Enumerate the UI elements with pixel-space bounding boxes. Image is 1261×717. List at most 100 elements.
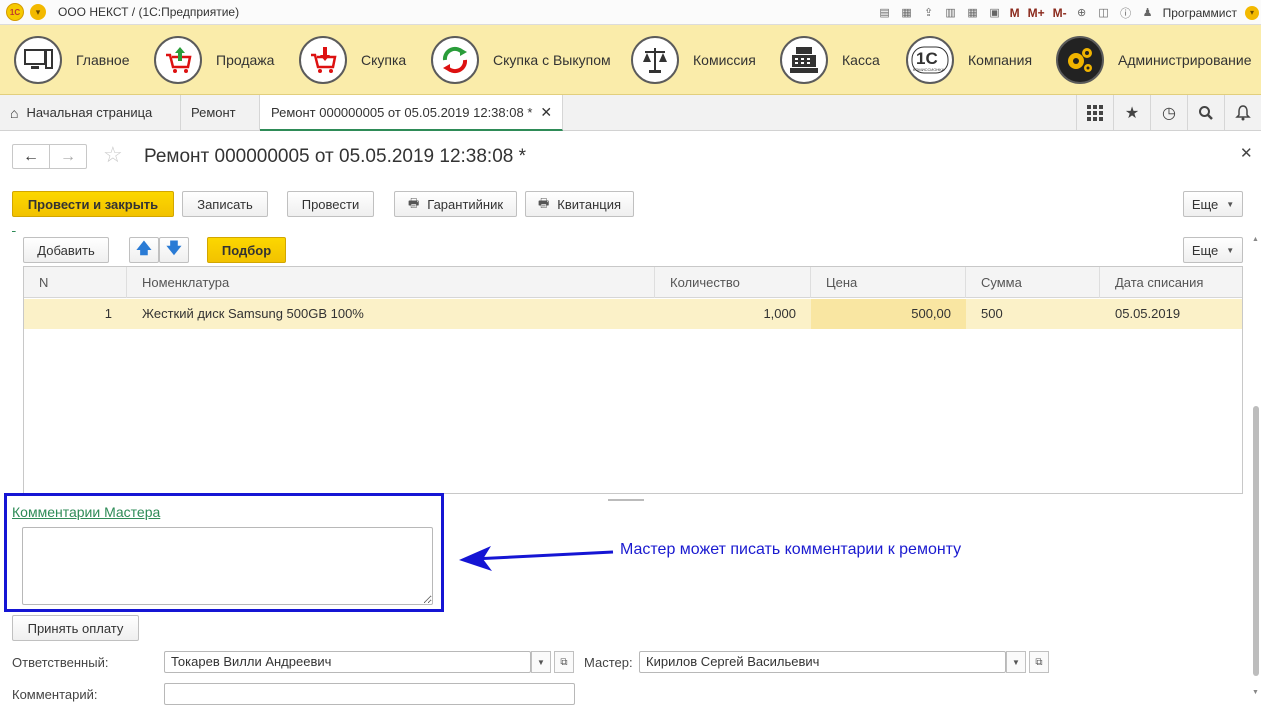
annotation-highlight-box (4, 493, 444, 612)
section-sales[interactable]: Продажа (154, 25, 274, 95)
post-button[interactable]: Провести (287, 191, 374, 217)
more-label: Еще (1191, 196, 1219, 212)
master-label: Мастер: (584, 655, 633, 670)
memory-mplus-button[interactable]: M+ (1028, 6, 1045, 20)
move-down-arrow-icon[interactable]: 🡇 (159, 237, 189, 263)
responsible-dropdown-icon[interactable]: ▼ (531, 651, 551, 673)
cell-price[interactable]: 500,00 (811, 299, 966, 329)
scroll-up-arrow-icon[interactable]: ▲ (1252, 236, 1259, 243)
form-more-button[interactable]: Еще ▼ (1183, 191, 1243, 217)
table-row[interactable]: 1 Жесткий диск Samsung 500GB 100% 1,000 … (24, 299, 1242, 329)
section-cash[interactable]: Касса (780, 25, 880, 95)
print-icon[interactable]: ▦ (898, 5, 916, 21)
add-row-button[interactable]: Добавить (23, 237, 109, 263)
column-header-item[interactable]: Номенклатура (127, 267, 655, 298)
receipt-label: Квитанция (557, 196, 622, 212)
main-menu-icon[interactable]: ▾ (30, 4, 46, 20)
user-name[interactable]: Программист (1163, 6, 1237, 20)
move-up-arrow-icon[interactable]: 🡅 (129, 237, 159, 263)
receipt-print-button[interactable]: 🖶 Квитанция (525, 191, 634, 217)
cart-down-icon (299, 36, 347, 84)
title-bar: 1С ▾ ООО НЕКСТ / (1С:Предприятие) ▤ ▦ ⇪ … (0, 0, 1261, 25)
section-label: Компания (968, 52, 1033, 68)
history-icon[interactable]: ◷ (1150, 95, 1187, 130)
vertical-scrollbar[interactable]: ▲ ▼ (1251, 236, 1261, 706)
calendar-icon[interactable]: ▣ (986, 5, 1004, 21)
preview-icon[interactable]: ▥ (942, 5, 960, 21)
chevron-down-icon: ▼ (1226, 199, 1235, 209)
save-button[interactable]: Записать (182, 191, 268, 217)
all-functions-icon[interactable] (1076, 95, 1113, 130)
post-and-close-button[interactable]: Провести и закрыть (12, 191, 174, 217)
table-header: N Номенклатура Количество Цена Сумма Дат… (24, 267, 1242, 298)
memory-mminus-button[interactable]: M- (1053, 6, 1067, 20)
user-icon: ♟ (1142, 7, 1153, 19)
calculator-icon[interactable]: ▦ (964, 5, 982, 21)
gears-icon (1056, 36, 1104, 84)
comment-field[interactable] (164, 683, 575, 705)
zoom-icon[interactable]: ⊕ (1073, 5, 1091, 21)
warranty-print-button[interactable]: 🖶 Гарантийник (394, 191, 517, 217)
column-header-date[interactable]: Дата списания (1100, 267, 1244, 298)
annotation-arrow-icon (459, 546, 614, 571)
app-title: ООО НЕКСТ / (1С:Предприятие) (58, 5, 240, 19)
scroll-down-arrow-icon[interactable]: ▼ (1252, 689, 1259, 696)
cart-up-icon (154, 36, 202, 84)
cell-date[interactable]: 05.05.2019 (1100, 299, 1244, 329)
notifications-bell-icon[interactable] (1224, 95, 1261, 130)
column-header-n[interactable]: N (24, 267, 127, 298)
master-dropdown-icon[interactable]: ▼ (1006, 651, 1026, 673)
memory-m-button[interactable]: M (1010, 6, 1020, 20)
favorite-star-icon[interactable]: ☆ (103, 142, 123, 168)
tab-home[interactable]: ⌂ Начальная страница (0, 95, 181, 130)
master-open-icon[interactable]: ⧉ (1029, 651, 1049, 673)
section-admin[interactable]: Администрирование (1056, 25, 1252, 95)
section-company[interactable]: 1С КОМИССИОНКА Компания (906, 25, 1032, 95)
favorites-star-icon[interactable]: ★ (1113, 95, 1150, 130)
save-icon[interactable]: ▤ (876, 5, 894, 21)
cell-item[interactable]: Жесткий диск Samsung 500GB 100% (127, 299, 655, 329)
section-label: Продажа (216, 52, 275, 68)
user-menu-icon[interactable]: ▾ (1245, 5, 1259, 20)
tab-repair[interactable]: Ремонт (181, 95, 260, 130)
section-label: Комиссия (693, 52, 756, 68)
splitter-handle[interactable] (608, 499, 644, 501)
section-main[interactable]: Главное (14, 25, 130, 95)
responsible-field[interactable]: Токарев Вилли Андреевич (164, 651, 531, 673)
section-commission[interactable]: Комиссия (631, 25, 756, 95)
clipped-group-label (12, 226, 112, 232)
forward-arrow-icon[interactable]: → (49, 145, 86, 168)
section-purchase[interactable]: Скупка (299, 25, 406, 95)
section-label: Скупка с Выкупом (493, 52, 611, 68)
page-title: Ремонт 000000005 от 05.05.2019 12:38:08 … (144, 146, 527, 167)
section-buyback[interactable]: Скупка с Выкупом (431, 25, 611, 95)
column-header-sum[interactable]: Сумма (966, 267, 1100, 298)
items-table: N Номенклатура Количество Цена Сумма Дат… (23, 266, 1243, 494)
tab-repair-document[interactable]: Ремонт 000000005 от 05.05.2019 12:38:08 … (260, 95, 563, 131)
search-icon[interactable] (1187, 95, 1224, 130)
table-more-button[interactable]: Еще ▼ (1183, 237, 1243, 263)
master-field[interactable]: Кирилов Сергей Васильевич (639, 651, 1006, 673)
open-tabs-bar: ⌂ Начальная страница Ремонт Ремонт 00000… (0, 95, 1261, 131)
more-label: Еще (1191, 242, 1219, 258)
panels-icon[interactable]: ◫ (1095, 5, 1113, 21)
responsible-open-icon[interactable]: ⧉ (554, 651, 574, 673)
info-icon[interactable]: ⓘ (1117, 5, 1135, 21)
column-header-price[interactable]: Цена (811, 267, 966, 298)
tab-home-label: Начальная страница (26, 105, 153, 120)
1c-commission-icon: 1С КОМИССИОНКА (906, 36, 954, 84)
cell-sum[interactable]: 500 (966, 299, 1100, 329)
scrollbar-thumb[interactable] (1253, 406, 1259, 676)
1c-logo-icon: 1С (6, 3, 24, 21)
pick-button[interactable]: Подбор (207, 237, 286, 263)
printer-icon: 🖶 (537, 195, 550, 210)
cell-qty[interactable]: 1,000 (655, 299, 811, 329)
accept-payment-button[interactable]: Принять оплату (12, 615, 139, 641)
column-header-qty[interactable]: Количество (655, 267, 811, 298)
back-arrow-icon[interactable]: ← (13, 145, 49, 168)
section-label: Главное (76, 52, 130, 68)
close-tab-icon[interactable]: ✕ (540, 104, 552, 121)
close-form-icon[interactable]: ✕ (1240, 144, 1253, 162)
upload-icon[interactable]: ⇪ (920, 5, 938, 21)
cell-n[interactable]: 1 (24, 299, 127, 329)
